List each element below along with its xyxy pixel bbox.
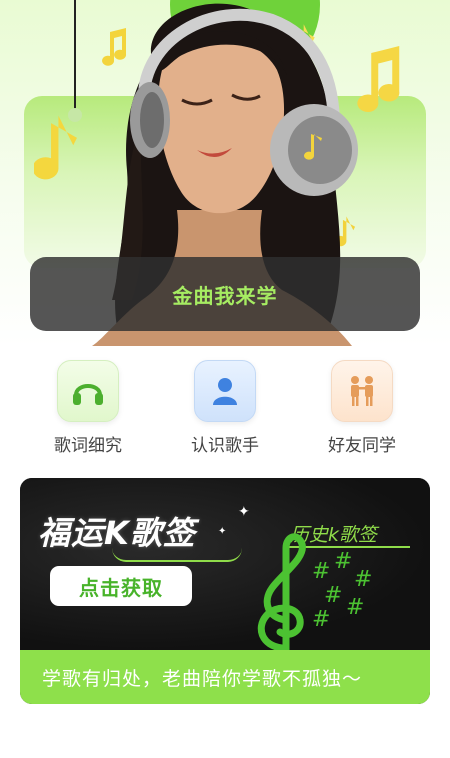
hero-title-banner[interactable]: 金曲我来学 xyxy=(30,257,420,331)
promo-footer-text: 学歌有归处，老曲陪你学歌不孤独～ xyxy=(42,667,363,690)
promo-swoosh-decoration xyxy=(112,548,242,562)
person-icon xyxy=(213,378,237,405)
get-button[interactable]: 点击获取 xyxy=(50,566,192,606)
svg-text:#: # xyxy=(324,583,342,608)
svg-text:#: # xyxy=(354,567,372,592)
svg-text:#: # xyxy=(346,595,364,620)
svg-text:#: # xyxy=(312,559,330,584)
svg-text:#: # xyxy=(334,549,352,574)
hero-banner-area[interactable]: 金曲我来学 xyxy=(0,0,450,346)
sparkle-icon: ✦ xyxy=(218,526,227,537)
svg-text:#: # xyxy=(312,607,330,632)
hero-title-text: 金曲我来学 xyxy=(172,283,278,308)
promo-footer: 学歌有归处，老曲陪你学歌不孤独～ xyxy=(20,650,430,704)
menu-icon-box xyxy=(194,360,256,422)
menu-icon-box xyxy=(57,360,119,422)
menu-item-singer[interactable]: 认识歌手 xyxy=(170,360,280,456)
pendant-string xyxy=(74,0,76,110)
friends-icon xyxy=(351,376,373,406)
menu-item-friends[interactable]: 好友同学 xyxy=(307,360,417,456)
menu-label: 好友同学 xyxy=(328,436,396,456)
headphones-icon xyxy=(73,384,103,405)
menu-label: 歌词细究 xyxy=(54,436,122,456)
menu-label: 认识歌手 xyxy=(191,436,259,456)
menu-item-lyrics[interactable]: 歌词细究 xyxy=(33,360,143,456)
sparkle-icon: ✦ xyxy=(238,504,250,520)
menu-icon-box xyxy=(331,360,393,422)
feature-menu: 歌词细究 认识歌手 好友同学 xyxy=(0,360,450,460)
k-song-promo-card[interactable]: 福运K歌签 ✦ ✦ 点击获取 历史k歌签 # # # # # # 学歌有归处，老… xyxy=(20,478,430,704)
treble-clef-icon: # # # # # # xyxy=(257,533,372,650)
get-button-label: 点击获取 xyxy=(79,575,163,600)
